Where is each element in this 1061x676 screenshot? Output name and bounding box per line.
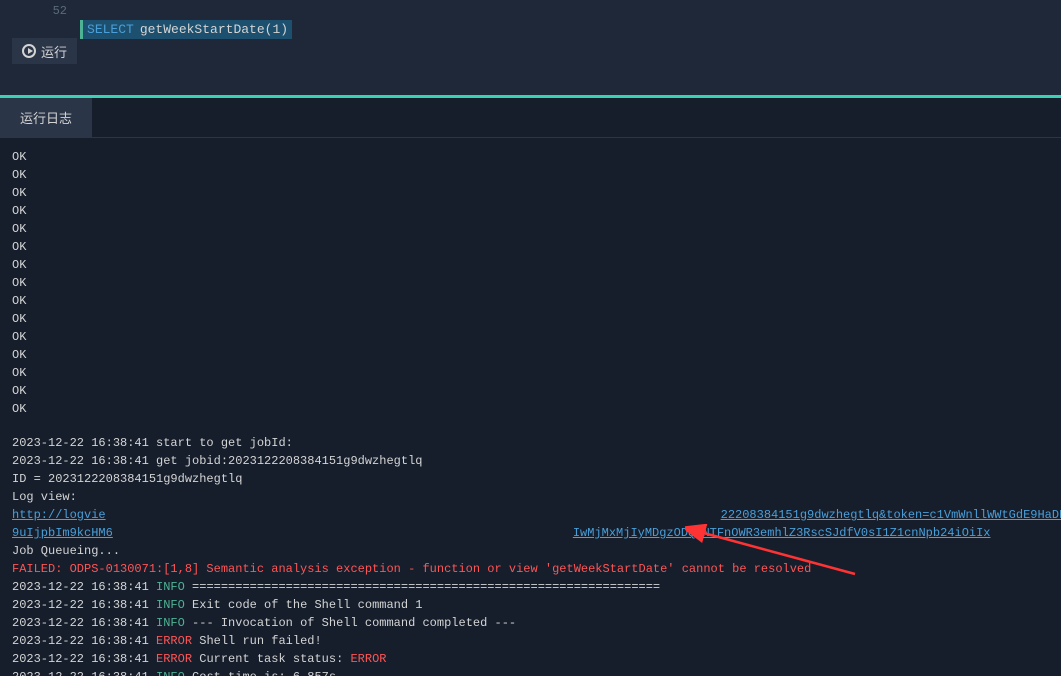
log-ok-line: OK <box>12 382 1049 400</box>
log-ok-line: OK <box>12 184 1049 202</box>
code-line[interactable]: SELECT getWeekStartDate(1) <box>80 16 292 42</box>
line-number: 52 <box>12 0 77 22</box>
log-line: ID = 2023122208384151g9dwzhegtlq <box>12 470 1049 488</box>
log-line: 2023-12-22 16:38:41 ERROR Shell run fail… <box>12 632 1049 650</box>
play-circle-icon <box>22 44 36 58</box>
log-line: 2023-12-22 16:38:41 INFO --- Invocation … <box>12 614 1049 632</box>
tab-run-log[interactable]: 运行日志 <box>0 98 92 137</box>
log-line: 2023-12-22 16:38:41 INFO ===============… <box>12 578 1049 596</box>
log-output[interactable]: OKOKOKOKOKOKOKOKOKOKOKOKOKOKOK 2023-12-2… <box>0 138 1061 676</box>
sql-function-call: getWeekStartDate(1) <box>140 22 288 37</box>
log-ok-line: OK <box>12 274 1049 292</box>
log-line: 2023-12-22 16:38:41 INFO Cost time is: 6… <box>12 668 1049 676</box>
tab-strip: 运行日志 <box>0 95 1061 138</box>
log-line: 2023-12-22 16:38:41 INFO Exit code of th… <box>12 596 1049 614</box>
log-ok-line: OK <box>12 220 1049 238</box>
log-ok-line: OK <box>12 148 1049 166</box>
log-line: 2023-12-22 16:38:41 ERROR Current task s… <box>12 650 1049 668</box>
log-ok-line: OK <box>12 292 1049 310</box>
sql-keyword: SELECT <box>87 22 134 37</box>
run-button[interactable]: 运行 <box>12 38 77 64</box>
log-ok-line: OK <box>12 346 1049 364</box>
log-ok-line: OK <box>12 310 1049 328</box>
log-ok-line: OK <box>12 202 1049 220</box>
run-button-label: 运行 <box>41 42 67 61</box>
log-ok-line: OK <box>12 166 1049 184</box>
log-error-line: FAILED: ODPS-0130071:[1,8] Semantic anal… <box>12 560 1049 578</box>
log-ok-line: OK <box>12 400 1049 418</box>
log-link[interactable]: http://logvie22208384151g9dwzhegtlq&toke… <box>12 506 1049 524</box>
log-ok-line: OK <box>12 364 1049 382</box>
log-ok-line: OK <box>12 256 1049 274</box>
log-ok-line: OK <box>12 238 1049 256</box>
log-line: 2023-12-22 16:38:41 get jobid:2023122208… <box>12 452 1049 470</box>
log-link[interactable]: 9uIjpbIm9kcHM6IwMjMxMjIyMDgzODQxNTFnOWR3… <box>12 524 1049 542</box>
log-line: Log view: <box>12 488 1049 506</box>
log-line: Job Queueing... <box>12 542 1049 560</box>
log-line: 2023-12-22 16:38:41 start to get jobId: <box>12 434 1049 452</box>
log-ok-line: OK <box>12 328 1049 346</box>
